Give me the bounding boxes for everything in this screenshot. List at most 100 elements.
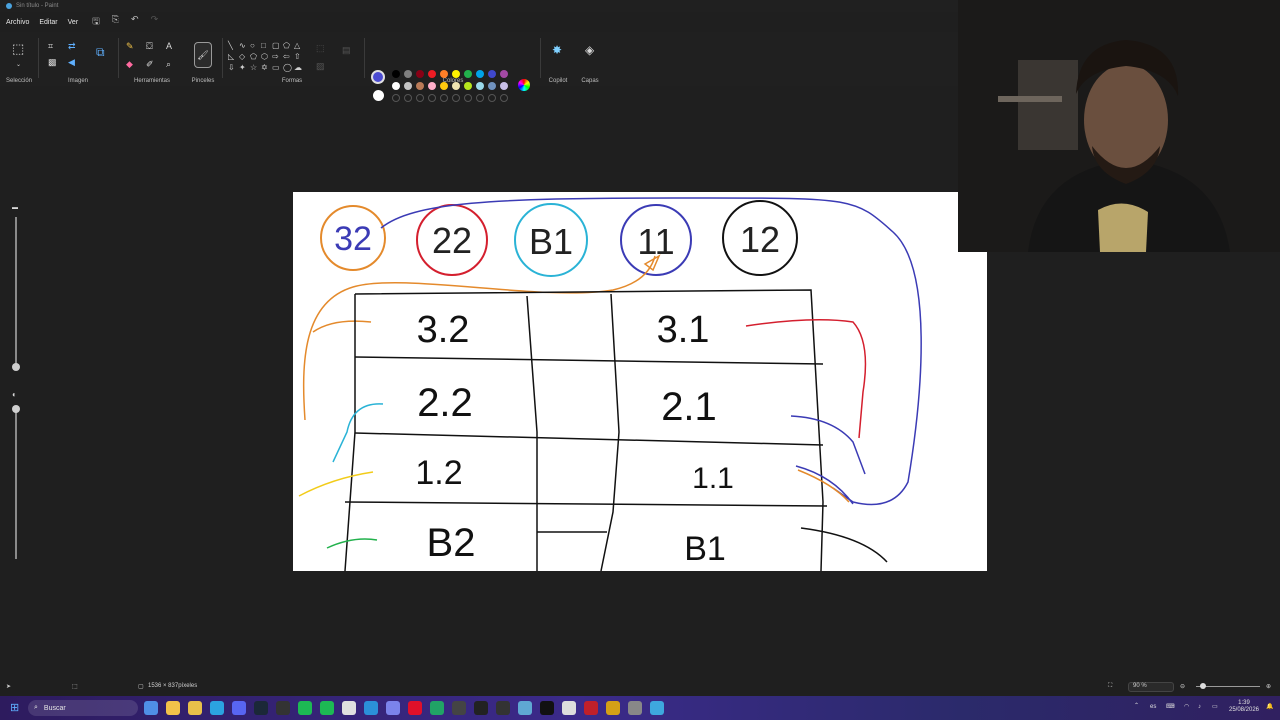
brush-size-slider[interactable]: ▬ ◐ [12,205,20,565]
triangle-icon[interactable]: △ [294,42,305,50]
layers-icon[interactable]: ◈ [585,44,594,56]
color-swatch[interactable] [440,82,448,90]
vscode-icon[interactable] [364,701,378,715]
sheets-icon[interactable] [430,701,444,715]
color-swatch[interactable] [404,70,412,78]
color-swatch[interactable] [464,82,472,90]
photos-icon[interactable] [518,701,532,715]
custom-color-slot[interactable] [428,94,436,102]
brush-button[interactable]: 🖌 [194,42,212,68]
fill-icon[interactable]: ⛋ [146,42,153,51]
color-swatch[interactable] [404,82,412,90]
color-swatch[interactable] [452,82,460,90]
custom-color-slot[interactable] [416,94,424,102]
fill-shape-icon[interactable]: ▤ [342,46,351,55]
text-icon[interactable]: A [166,42,172,51]
rectangle-icon[interactable]: □ [261,42,272,50]
custom-color-slot[interactable] [464,94,472,102]
star4-icon[interactable]: ✦ [239,64,250,72]
shape-fill-icon[interactable]: ▨ [316,62,325,71]
save-icon[interactable]: 🖫 [92,14,100,30]
color-swatch[interactable] [476,70,484,78]
volume-icon[interactable]: ♪ [1198,704,1201,711]
teams-icon[interactable] [386,701,400,715]
streamlabs-icon[interactable] [298,701,312,715]
opera-icon[interactable] [408,701,422,715]
edge-icon[interactable] [210,701,224,715]
outline-icon[interactable]: ⬚ [316,44,325,53]
color-swatch[interactable] [392,70,400,78]
shapes-gallery[interactable]: ╲ ∿ ○ □ ▢ ⬠ △ ◺ ◇ ⬠ ⬡ ⇨ ⇦ ⇧ ⇩ ✦ ☆ ✡ ▭ ◯ ☁ [228,42,308,72]
zoom-in-icon[interactable]: ⊕ [1266,683,1271,690]
color-swatch[interactable] [416,82,424,90]
color-swatch[interactable] [500,82,508,90]
color-swatch[interactable] [416,70,424,78]
color-swatch[interactable] [464,70,472,78]
discord-icon[interactable] [232,701,246,715]
rounded-rectangle-icon[interactable]: ▢ [272,42,283,50]
star6-icon[interactable]: ✡ [261,64,272,72]
steam-icon[interactable] [254,701,268,715]
custom-color-slot[interactable] [404,94,412,102]
custom-color-slot[interactable] [452,94,460,102]
spotify-icon[interactable] [320,701,334,715]
remove-background-icon[interactable]: ▩ [48,58,57,67]
selection-icon[interactable]: ⬚ [12,42,24,55]
color-swatch[interactable] [488,70,496,78]
rotate-icon[interactable]: ◀ [68,58,75,67]
resize-icon[interactable]: ⇄ [68,42,76,51]
windows-start-icon[interactable]: ⊞ [10,701,24,715]
custom-color-slot[interactable] [392,94,400,102]
secondary-color[interactable] [373,90,384,101]
pentagon-icon[interactable]: ⬠ [250,53,261,61]
chevron-down-icon[interactable]: ⌄ [16,62,21,68]
chevron-up-icon[interactable]: ⌃ [1134,703,1139,710]
crop-icon[interactable]: ⌗ [48,42,53,51]
line-icon[interactable]: ╲ [228,42,239,50]
custom-color-slot[interactable] [500,94,508,102]
hexagon-icon[interactable]: ⬡ [261,53,272,61]
obs-icon[interactable] [276,701,290,715]
eraser-icon[interactable]: ◆ [126,60,133,69]
color-swatch[interactable] [392,82,400,90]
media-icon[interactable] [562,701,576,715]
undo-icon[interactable]: ↶ [131,14,139,30]
wifi-icon[interactable]: ◠ [1184,704,1189,711]
magnifier-icon[interactable]: ⌕ [166,60,171,69]
color-swatch[interactable] [428,70,436,78]
notifications-icon[interactable]: 🔔 [1266,704,1273,711]
vpn-icon[interactable] [650,701,664,715]
callout-rect-icon[interactable]: ▭ [272,64,283,72]
language-icon[interactable]: es [1150,704,1156,711]
opacity-track[interactable] [15,409,17,559]
custom-color-slot[interactable] [440,94,448,102]
right-triangle-icon[interactable]: ◺ [228,53,239,61]
color-swatch[interactable] [428,82,436,90]
vlc-icon[interactable] [342,701,356,715]
color-swatch[interactable] [488,82,496,90]
color-picker-icon[interactable]: ✐ [146,60,154,69]
callout-oval-icon[interactable]: ◯ [283,64,294,72]
battery-icon[interactable]: ▭ [1212,704,1218,711]
color-swatch[interactable] [440,70,448,78]
slider-track[interactable] [15,217,17,369]
image-search-icon[interactable]: ⧉ [96,46,105,58]
settings-icon[interactable] [628,701,642,715]
arrow-down-icon[interactable]: ⇩ [228,64,239,72]
color-swatch[interactable] [476,82,484,90]
cloud-icon[interactable]: ☁ [294,64,305,72]
menu-edit[interactable]: Editar [39,19,57,26]
arrow-up-icon[interactable]: ⇧ [294,53,305,61]
custom-color-slot[interactable] [476,94,484,102]
paint-taskbar-icon[interactable] [606,701,620,715]
drawing-canvas[interactable]: 32 22 B1 11 12 3.2 3.1 2.2 2.1 1.2 1.1 B… [293,192,987,571]
clock[interactable]: 1:39 25/08/2026 [1224,700,1264,714]
menu-view[interactable]: Ver [68,19,79,26]
redo-icon[interactable]: ↷ [151,14,159,30]
color-swatch[interactable] [500,70,508,78]
chrome-icon[interactable] [188,701,202,715]
curve-icon[interactable]: ∿ [239,42,250,50]
primary-color[interactable] [371,70,385,84]
valorant-icon[interactable] [496,701,510,715]
opacity-knob[interactable] [12,405,20,413]
